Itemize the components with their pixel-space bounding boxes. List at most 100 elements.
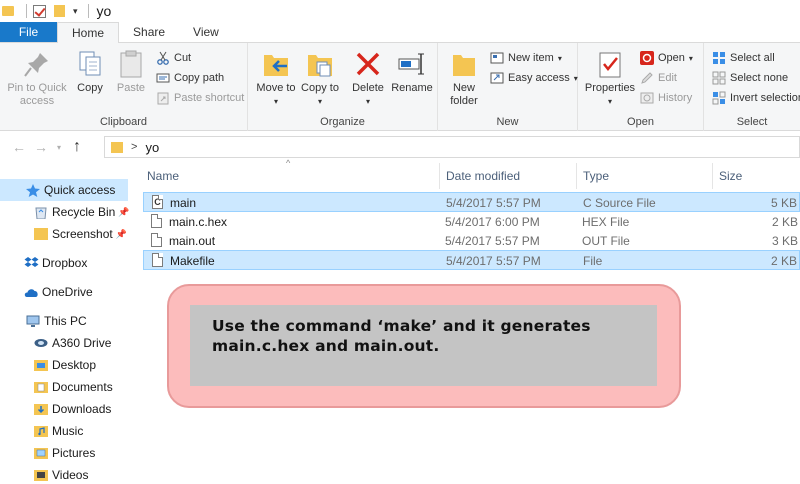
copy-to-button[interactable]: Copy to ▾	[300, 49, 340, 108]
nav-item-videos[interactable]: Videos	[0, 464, 128, 484]
cut-button[interactable]: Cut	[156, 51, 191, 65]
nav-item-this-pc[interactable]: This PC	[0, 310, 128, 332]
address-bar[interactable]: > yo	[104, 136, 800, 158]
file-icon	[151, 233, 162, 247]
column-header-date-modified[interactable]: Date modified	[440, 163, 577, 189]
customize-toolbar-dropdown-icon[interactable]: ▾	[73, 6, 78, 17]
paste-shortcut-button[interactable]: Paste shortcut	[156, 91, 244, 105]
a360-drive-icon	[34, 337, 48, 349]
file-date: 5/4/2017 5:57 PM	[446, 196, 541, 210]
open-dropdown-icon: ▾	[688, 53, 693, 63]
nav-item-dropbox[interactable]: Dropbox	[0, 252, 128, 274]
nav-item-downloads[interactable]: Downloads	[0, 398, 128, 420]
new-folder-large-icon	[449, 49, 479, 79]
nav-item-documents[interactable]: Documents	[0, 376, 128, 398]
select-all-button[interactable]: Select all	[712, 51, 775, 65]
nav-item-a360-drive[interactable]: A360 Drive	[0, 332, 128, 354]
delete-button[interactable]: Delete ▾	[348, 49, 388, 108]
clipboard-group: Pin to Quick access Copy Paste Cut Copy …	[0, 43, 248, 131]
nav-item-recycle-bin[interactable]: Recycle Bin 📌	[0, 201, 130, 223]
pin-to-quick-access-button[interactable]: Pin to Quick access	[4, 49, 70, 108]
new-group-label: New	[496, 116, 519, 128]
invert-selection-button[interactable]: Invert selection	[712, 91, 800, 105]
column-header-type[interactable]: Type	[577, 163, 713, 189]
videos-folder-icon	[34, 469, 48, 481]
select-all-icon	[712, 51, 726, 65]
desktop-folder-icon	[34, 359, 48, 371]
column-header-name[interactable]: Name	[141, 163, 440, 189]
properties-check-icon[interactable]	[33, 4, 46, 18]
back-arrow-icon[interactable]: ←	[8, 139, 30, 155]
new-folder-icon[interactable]	[54, 5, 65, 17]
nav-item-pictures[interactable]: Pictures	[0, 442, 128, 464]
title-bar: ▾ yo	[0, 0, 800, 22]
quick-access-separator	[26, 4, 27, 18]
tab-file[interactable]: File	[0, 22, 57, 42]
scissors-icon	[156, 51, 170, 65]
downloads-folder-icon	[34, 403, 48, 415]
new-folder-button[interactable]: New folder	[444, 49, 484, 108]
file-icon	[151, 214, 162, 228]
select-all-label: Select all	[730, 52, 775, 64]
copy-path-button[interactable]: Copy path	[156, 71, 224, 85]
forward-arrow-icon[interactable]: →	[30, 139, 52, 155]
move-to-dropdown-icon: ▾	[273, 97, 278, 106]
copy-button[interactable]: Copy	[72, 49, 108, 95]
tab-view[interactable]: View	[179, 22, 233, 42]
edit-button[interactable]: Edit	[640, 71, 677, 85]
copy-to-icon	[305, 49, 335, 79]
nav-item-music[interactable]: Music	[0, 420, 128, 442]
clipboard-group-label: Clipboard	[99, 116, 148, 128]
copy-path-label: Copy path	[174, 72, 225, 84]
nav-item-screenshot[interactable]: Screenshot 📌	[0, 223, 128, 245]
ribbon-tabs: File Home Share View	[0, 22, 800, 43]
tab-share[interactable]: Share	[119, 22, 179, 42]
rename-label: Rename	[391, 82, 433, 94]
new-item-label: New item	[508, 52, 554, 64]
copy-to-label: Copy to	[301, 82, 339, 94]
pictures-folder-icon	[34, 447, 48, 459]
nav-item-quick-access[interactable]: Quick access	[0, 179, 128, 201]
easy-access-button[interactable]: Easy access ▾	[490, 71, 578, 85]
properties-button[interactable]: Properties ▾	[584, 49, 636, 108]
cut-label: Cut	[174, 52, 192, 64]
breadcrumb-chevron-icon[interactable]: >	[131, 141, 137, 153]
file-name: main	[170, 196, 197, 210]
tab-home[interactable]: Home	[57, 22, 120, 43]
move-to-button[interactable]: Move to ▾	[256, 49, 296, 108]
breadcrumb-yo[interactable]: yo	[145, 140, 159, 155]
recent-locations-chevron-icon[interactable]: ▾	[52, 143, 66, 152]
history-button[interactable]: History	[640, 91, 692, 105]
nav-item-onedrive[interactable]: OneDrive	[0, 281, 128, 303]
paste-button[interactable]: Paste	[112, 49, 150, 95]
paste-shortcut-icon	[156, 91, 170, 105]
nav-item-desktop[interactable]: Desktop	[0, 354, 128, 376]
pinned-icon: 📌	[118, 206, 130, 217]
organize-group-label: Organize	[320, 116, 365, 128]
select-none-button[interactable]: Select none	[712, 71, 788, 85]
file-date: 5/4/2017 5:57 PM	[446, 254, 541, 268]
rename-button[interactable]: Rename	[390, 49, 434, 95]
open-button[interactable]: Open ▾	[640, 51, 693, 65]
file-name: main.out	[169, 234, 216, 248]
new-item-button[interactable]: New item ▾	[490, 51, 562, 65]
table-row[interactable]: Makefile 5/4/2017 5:57 PM File 2 KB	[143, 250, 800, 270]
table-row[interactable]: main.out 5/4/2017 5:57 PM OUT File 3 KB	[143, 231, 800, 251]
pin-icon	[22, 49, 52, 79]
column-header-size[interactable]: Size	[713, 163, 800, 189]
new-group: New folder New item ▾ Easy access ▾ New	[438, 43, 578, 131]
table-row[interactable]: C main 5/4/2017 5:57 PM C Source File 5 …	[143, 192, 800, 212]
file-type: C Source File	[583, 196, 656, 210]
music-folder-icon	[34, 425, 48, 437]
nav-item-label: Recycle Bin	[52, 205, 116, 219]
star-icon	[26, 184, 40, 197]
file-size: 2 KB	[771, 215, 798, 229]
table-row[interactable]: main.c.hex 5/4/2017 6:00 PM HEX File 2 K…	[143, 212, 800, 232]
file-size: 2 KB	[770, 254, 797, 268]
address-folder-icon	[111, 141, 123, 153]
file-size: 5 KB	[770, 196, 797, 210]
edit-pencil-icon	[640, 71, 654, 85]
paste-label: Paste	[116, 82, 146, 94]
paste-shortcut-label: Paste shortcut	[174, 92, 245, 104]
up-arrow-icon[interactable]: ↑	[66, 138, 88, 156]
